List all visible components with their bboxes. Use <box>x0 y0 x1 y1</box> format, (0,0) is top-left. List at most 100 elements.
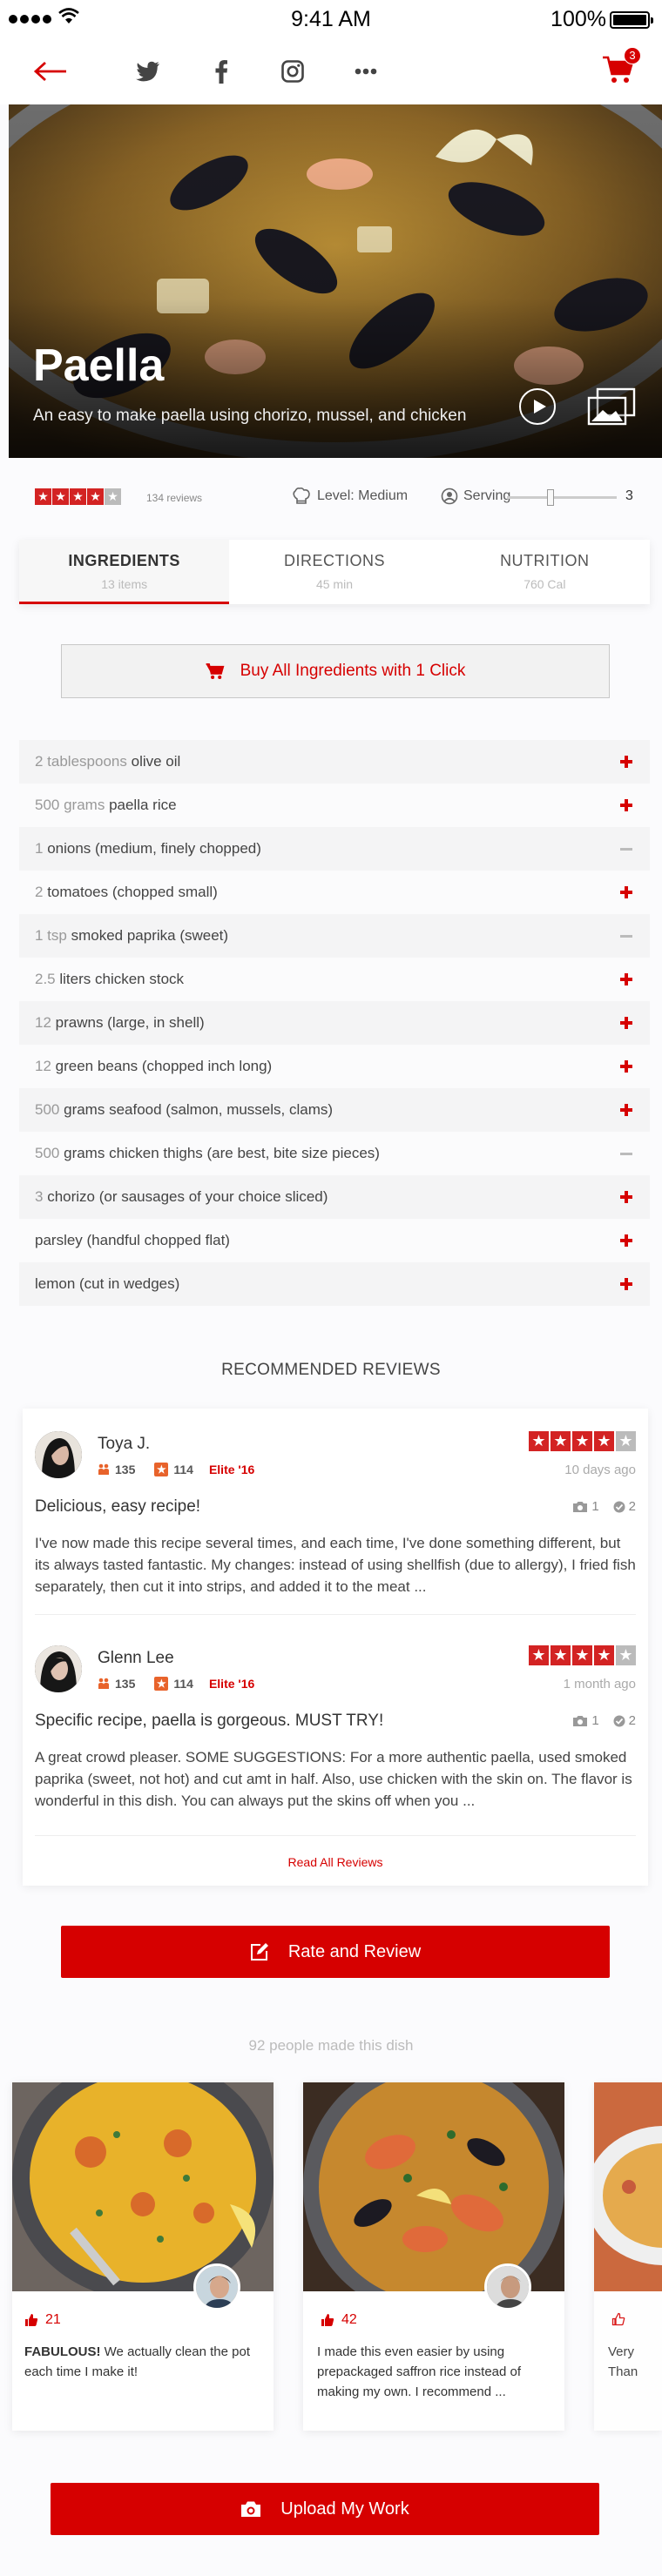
ingredient-name: green beans (chopped inch long) <box>55 1058 273 1074</box>
user-review-count: 114 <box>173 1463 193 1476</box>
ingredient-row: 500 grams paella rice <box>19 784 650 827</box>
more-options-icon[interactable] <box>347 52 385 91</box>
ingredient-name: tomatoes (chopped small) <box>47 884 218 900</box>
add-ingredient-icon[interactable] <box>617 1013 636 1032</box>
star-filled-icon: ★ <box>594 1645 614 1665</box>
recipe-tabs: INGREDIENTS 13 items DIRECTIONS 45 min N… <box>19 540 650 604</box>
add-ingredient-icon[interactable] <box>617 1275 636 1294</box>
ingredient-name: liters chicken stock <box>59 971 185 987</box>
upload-label: Upload My Work <box>280 2499 409 2519</box>
add-ingredient-icon[interactable] <box>617 752 636 771</box>
star-filled-icon: ★ <box>551 1645 571 1665</box>
recipe-subtitle: An easy to make paella using chorizo, mu… <box>33 407 467 425</box>
star-filled-icon: ★ <box>551 1431 571 1451</box>
remove-ingredient-icon[interactable] <box>617 839 636 858</box>
tab-ingredients[interactable]: INGREDIENTS 13 items <box>19 540 230 604</box>
add-ingredient-icon[interactable] <box>617 1100 636 1120</box>
ingredient-row: 2 tablespoons olive oil <box>19 740 650 784</box>
cart-icon[interactable]: 3 <box>599 47 641 89</box>
thumbs-up-outline-icon <box>611 2312 625 2326</box>
made-like[interactable]: 42 <box>321 2312 357 2328</box>
made-comment: FABULOUS! We actually clean the pot each… <box>24 2342 265 2382</box>
rate-and-review-button[interactable]: Rate and Review <box>61 1926 610 1978</box>
facebook-icon[interactable] <box>202 52 240 91</box>
ingredient-quantity: 500 grams <box>35 797 105 813</box>
made-like[interactable]: 21 <box>24 2312 61 2328</box>
back-arrow-icon[interactable] <box>31 52 70 91</box>
buy-all-ingredients-button[interactable]: Buy All Ingredients with 1 Click <box>61 644 610 698</box>
ingredient-name: grams chicken thighs (are best, bite siz… <box>64 1145 380 1161</box>
ingredient-text: 500 grams chicken thighs (are best, bite… <box>35 1145 380 1162</box>
ingredient-quantity: 500 <box>35 1145 60 1161</box>
review-date: 10 days ago <box>564 1463 636 1477</box>
ingredient-text: 1 onions (medium, finely chopped) <box>35 840 261 858</box>
remove-ingredient-icon[interactable] <box>617 1144 636 1163</box>
twitter-icon[interactable] <box>129 52 167 91</box>
maker-avatar[interactable] <box>484 2263 531 2310</box>
remove-ingredient-icon[interactable] <box>617 926 636 945</box>
maker-avatar[interactable] <box>193 2263 240 2310</box>
thumbs-up-icon <box>25 2314 38 2326</box>
ingredients-list: 2 tablespoons olive oil 500 grams paella … <box>19 740 650 1306</box>
elite-badge: Elite '16 <box>208 1677 255 1691</box>
serving-slider[interactable] <box>507 489 617 506</box>
ingredient-row: 3 chorizo (or sausages of your choice sl… <box>19 1175 650 1219</box>
review-counts: 1 2 <box>572 1713 636 1728</box>
reviews-card: Toya J. 135 ★ 114 Elite '16 ★ ★ ★ ★ ★ 10 day… <box>23 1409 648 1886</box>
play-video-button[interactable] <box>519 388 556 425</box>
add-ingredient-icon[interactable] <box>617 1231 636 1250</box>
tab-label: INGREDIENTS <box>68 552 180 569</box>
instagram-icon[interactable] <box>274 52 312 91</box>
reviewer-name[interactable]: Toya J. <box>98 1435 150 1454</box>
rate-and-review-label: Rate and Review <box>287 1941 422 1961</box>
photo-gallery-button[interactable] <box>587 387 636 426</box>
paella-photo <box>9 104 662 458</box>
recipe-star-rating: ★ ★ ★ ★ ★ <box>35 488 121 505</box>
ingredient-quantity: 12 <box>35 1058 51 1074</box>
reviewer-name[interactable]: Glenn Lee <box>98 1649 174 1668</box>
made-card[interactable]: 42 I made this even easier by using prep… <box>303 2082 564 2431</box>
add-ingredient-icon[interactable] <box>617 1187 636 1207</box>
ingredient-text: 500 grams seafood (salmon, mussels, clam… <box>35 1101 333 1119</box>
add-ingredient-icon[interactable] <box>617 970 636 989</box>
serving-label: Serving <box>463 488 511 503</box>
hero-image: Paella An easy to make paella using chor… <box>9 104 662 458</box>
ingredient-row: 2 tomatoes (chopped small) <box>19 871 650 914</box>
tab-nutrition[interactable]: NUTRITION 760 Cal <box>440 540 650 604</box>
ingredient-text: 3 chorizo (or sausages of your choice sl… <box>35 1188 328 1206</box>
ingredient-name: prawns (large, in shell) <box>55 1014 205 1031</box>
made-count-text: 92 people made this dish <box>248 2037 414 2054</box>
made-like[interactable] <box>611 2312 625 2326</box>
reviewer-avatar[interactable] <box>35 1645 82 1692</box>
review-count-star-icon: ★ <box>154 1677 169 1691</box>
ingredient-quantity: 1 tsp <box>35 927 67 944</box>
star-filled-icon: ★ <box>572 1645 592 1665</box>
checkin-count: 2 <box>628 1713 636 1728</box>
tab-sublabel: 45 min <box>315 577 353 591</box>
ingredient-text: 12 prawns (large, in shell) <box>35 1014 205 1032</box>
add-ingredient-icon[interactable] <box>617 796 636 815</box>
made-card[interactable]: 21 FABULOUS! We actually clean the pot e… <box>12 2082 274 2431</box>
add-ingredient-icon[interactable] <box>617 883 636 902</box>
ingredient-quantity: 1 <box>35 840 44 857</box>
user-review-count: 114 <box>173 1677 193 1691</box>
read-all-reviews-link[interactable]: Read All Reviews <box>23 1855 648 1869</box>
tab-directions[interactable]: DIRECTIONS 45 min <box>229 540 439 604</box>
checkin-icon <box>613 1715 625 1726</box>
ingredient-text: 12 green beans (chopped inch long) <box>35 1058 272 1075</box>
ingredient-text: parsley (handful chopped flat) <box>35 1232 230 1249</box>
review-headline: Specific recipe, paella is gorgeous. MUS… <box>35 1712 384 1730</box>
upload-my-work-button[interactable]: Upload My Work <box>51 2483 599 2535</box>
ingredient-row: 12 green beans (chopped inch long) <box>19 1045 650 1088</box>
recipe-title: Paella <box>33 340 165 391</box>
thumbs-up-icon <box>321 2314 334 2326</box>
made-card-partial[interactable]: Very Than <box>594 2082 662 2431</box>
reviewer-avatar[interactable] <box>35 1431 82 1478</box>
battery-percent: 100% <box>551 7 606 31</box>
like-count: 42 <box>341 2312 357 2327</box>
add-ingredient-icon[interactable] <box>617 1057 636 1076</box>
friend-count: 135 <box>115 1677 136 1691</box>
serving-slider-thumb[interactable] <box>547 489 555 506</box>
ingredient-row: lemon (cut in wedges) <box>19 1262 650 1306</box>
tab-sublabel: 760 Cal <box>524 577 566 591</box>
